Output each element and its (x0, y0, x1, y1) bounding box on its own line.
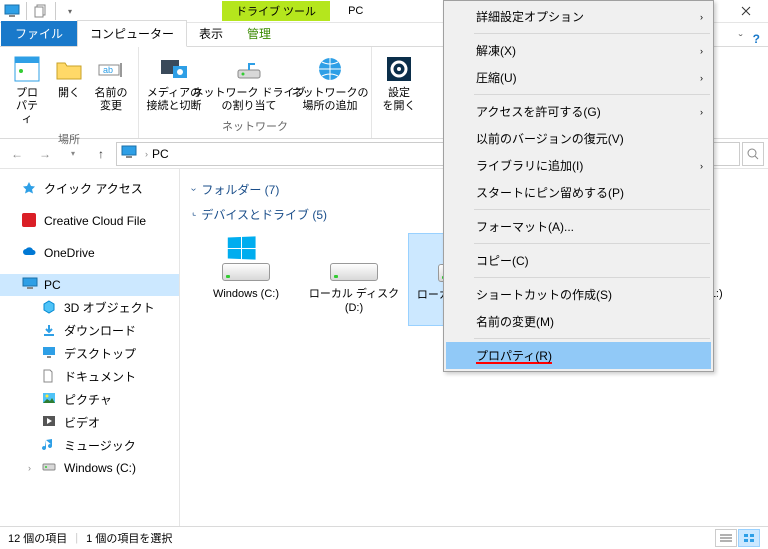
globe-icon (314, 53, 346, 85)
svg-text:ab: ab (103, 65, 113, 75)
status-bar: 12 個の項目 | 1 個の項目を選択 (0, 526, 768, 549)
nav-3d-objects[interactable]: 3D オブジェクト (0, 296, 179, 319)
icons-view-button[interactable] (738, 529, 760, 547)
document-icon (42, 369, 58, 385)
tab-file[interactable]: ファイル (1, 21, 77, 46)
rename-icon: ab (95, 53, 127, 85)
breadcrumb-segment[interactable]: PC (152, 147, 169, 161)
pc-icon (121, 145, 139, 163)
dropdown-icon[interactable]: ▾ (61, 2, 79, 20)
folder-open-icon (53, 53, 85, 85)
nav-creative-cloud[interactable]: Creative Cloud File (0, 210, 179, 232)
drive-item-d[interactable]: ローカル ディスク (D:) (300, 233, 408, 326)
chevron-down-icon: › (189, 209, 199, 219)
drive-icon (42, 460, 58, 476)
desktop-icon (42, 346, 58, 362)
context-menu: 詳細設定オプション› 解凍(X)› 圧縮(U)› アクセスを許可する(G)› 以… (443, 0, 714, 372)
help-icon[interactable]: ? (753, 32, 760, 46)
nav-desktop[interactable]: デスクトップ (0, 342, 179, 365)
ribbon-properties-button[interactable]: プロパティ (6, 51, 48, 129)
menu-add-library[interactable]: ライブラリに追加(I)› (446, 152, 711, 179)
menu-extract[interactable]: 解凍(X)› (446, 37, 711, 64)
navigation-pane: クイック アクセス Creative Cloud File OneDrive P… (0, 169, 180, 526)
close-button[interactable] (723, 0, 768, 23)
properties-icon (11, 53, 43, 85)
drive-item-c[interactable]: Windows (C:) (192, 233, 300, 326)
star-icon (22, 181, 38, 197)
menu-properties[interactable]: プロパティ(R) (446, 342, 711, 369)
contextual-tab-label: ドライブ ツール (222, 1, 330, 21)
music-icon (42, 438, 58, 454)
picture-icon (42, 392, 58, 408)
ribbon-open-button[interactable]: 開く (48, 51, 90, 129)
menu-rename[interactable]: 名前の変更(M) (446, 308, 711, 335)
cc-icon (22, 213, 38, 229)
window-title: PC (348, 5, 363, 17)
chevron-right-icon: › (188, 188, 199, 191)
forward-button[interactable]: → (32, 142, 58, 166)
copy-icon[interactable] (32, 2, 50, 20)
pc-icon (22, 277, 38, 293)
network-drive-icon (233, 53, 265, 85)
back-button[interactable]: ← (4, 142, 30, 166)
media-icon (158, 53, 190, 85)
menu-restore-version[interactable]: 以前のバージョンの復元(V) (446, 125, 711, 152)
pc-icon (3, 2, 21, 20)
ribbon-map-network-button[interactable]: ネットワーク ドライブ の割り当て (203, 51, 295, 116)
nav-onedrive[interactable]: OneDrive (0, 242, 179, 264)
cloud-icon (22, 245, 38, 261)
chevron-right-icon: › (700, 46, 703, 56)
menu-advanced-options[interactable]: 詳細設定オプション› (446, 3, 711, 30)
chevron-right-icon: › (700, 161, 703, 171)
chevron-right-icon[interactable]: › (145, 149, 148, 159)
ribbon-add-network-button[interactable]: ネットワークの 場所の追加 (295, 51, 365, 116)
search-icon (747, 148, 759, 160)
tab-manage[interactable]: 管理 (235, 21, 283, 46)
tab-computer[interactable]: コンピューター (77, 20, 187, 47)
cube-icon (42, 300, 58, 316)
nav-pc[interactable]: PC (0, 274, 179, 296)
nav-pictures[interactable]: ピクチャ (0, 388, 179, 411)
chevron-right-icon: › (700, 73, 703, 83)
nav-videos[interactable]: ビデオ (0, 411, 179, 434)
chevron-right-icon: › (700, 12, 703, 22)
menu-pin-start[interactable]: スタートにピン留めする(P) (446, 179, 711, 206)
drive-icon (327, 241, 381, 281)
gear-icon (383, 53, 415, 85)
ribbon-group-network: ネットワーク (222, 116, 288, 134)
nav-documents[interactable]: ドキュメント (0, 365, 179, 388)
ribbon-settings-button[interactable]: 設定 を開く (378, 51, 420, 120)
search-input[interactable] (742, 142, 764, 166)
download-icon (42, 323, 58, 339)
drive-icon (219, 241, 273, 281)
quick-access-toolbar: ▾ (0, 2, 82, 20)
ribbon-rename-button[interactable]: ab 名前の 変更 (90, 51, 132, 129)
menu-format[interactable]: フォーマット(A)... (446, 213, 711, 240)
video-icon (42, 415, 58, 431)
menu-copy[interactable]: コピー(C) (446, 247, 711, 274)
nav-quick-access[interactable]: クイック アクセス (0, 177, 179, 200)
up-button[interactable]: ↑ (88, 142, 114, 166)
menu-create-shortcut[interactable]: ショートカットの作成(S) (446, 281, 711, 308)
recent-dropdown[interactable]: ▾ (60, 142, 86, 166)
details-view-button[interactable] (715, 529, 737, 547)
tab-view[interactable]: 表示 (187, 21, 235, 46)
menu-grant-access[interactable]: アクセスを許可する(G)› (446, 98, 711, 125)
status-selection: 1 個の項目を選択 (86, 530, 172, 546)
status-item-count: 12 個の項目 (8, 530, 67, 546)
nav-downloads[interactable]: ダウンロード (0, 319, 179, 342)
chevron-right-icon: › (700, 107, 703, 117)
nav-windows-c[interactable]: ›Windows (C:) (0, 457, 179, 479)
chevron-right-icon[interactable]: › (28, 463, 31, 473)
menu-compress[interactable]: 圧縮(U)› (446, 64, 711, 91)
ribbon-collapse-icon[interactable]: ˇ (739, 32, 743, 46)
nav-music[interactable]: ミュージック (0, 434, 179, 457)
